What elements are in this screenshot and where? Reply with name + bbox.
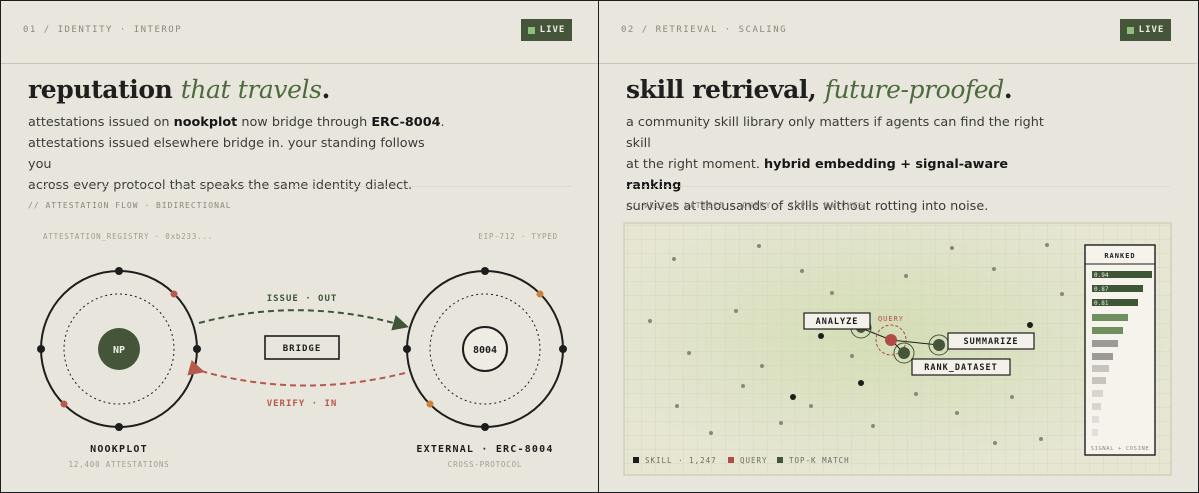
match-summarize-point[interactable] [933, 339, 945, 351]
rank-bar [1092, 403, 1101, 410]
orbit-dot-orange [426, 400, 434, 408]
skill-dot-dark [858, 380, 864, 386]
screen: 01 / IDENTITY · INTEROP LIVE reputation … [0, 0, 1199, 493]
skill-dot [1045, 243, 1049, 247]
rank-bar [1092, 390, 1103, 397]
orbit-dot [115, 267, 123, 275]
skill-dot [800, 269, 804, 273]
skill-dot [914, 392, 918, 396]
orbit-dot-red [60, 400, 68, 408]
rank-bar [1092, 314, 1128, 321]
nookplot-name: NOOKPLOT [90, 444, 148, 455]
legend-skill: SKILL · 1,247 [645, 456, 717, 465]
issue-arrow [198, 309, 409, 331]
skill-dot [904, 274, 908, 278]
erc-node-label: 8004 [473, 345, 497, 356]
orbit-dot-red [170, 290, 178, 298]
rank-score: 0.94 [1094, 272, 1109, 279]
skill-dot-dark [1027, 322, 1033, 328]
orbit-dot [559, 345, 567, 353]
ranked-footer: SIGNAL + COSINE [1091, 446, 1150, 452]
rank-dataset-label: RANK_DATASET [924, 363, 997, 373]
external-sub: CROSS-PROTOCOL [448, 460, 522, 469]
identity-panel: 01 / IDENTITY · INTEROP LIVE reputation … [1, 1, 599, 492]
skill-dot [955, 411, 959, 415]
skill-dot [830, 291, 834, 295]
orbit-dot [403, 345, 411, 353]
skill-dot [741, 384, 745, 388]
orbit-dot [481, 267, 489, 275]
skill-dot [675, 404, 679, 408]
skill-dot [993, 441, 997, 445]
skill-dot [709, 431, 713, 435]
rank-bar [1092, 416, 1099, 423]
legend-match: TOP-K MATCH [789, 456, 850, 465]
rank-score: 0.81 [1094, 300, 1109, 307]
rank-bar [1092, 353, 1113, 360]
external-name: EXTERNAL · ERC-8004 [416, 444, 553, 455]
orbit-dot [37, 345, 45, 353]
bridge-label: BRIDGE [283, 344, 322, 354]
skill-dot-dark [818, 333, 824, 339]
summarize-label: SUMMARIZE [963, 337, 1018, 347]
nookplot-node-label: NP [113, 345, 125, 356]
match-rank-point[interactable] [898, 347, 910, 359]
skill-dot [1060, 292, 1064, 296]
query-label: QUERY [878, 315, 904, 323]
rank-bar [1092, 429, 1098, 436]
skill-dot [672, 257, 676, 261]
orbit-dot-orange [536, 290, 544, 298]
rank-score: 0.87 [1094, 286, 1109, 293]
skill-dot-dark [790, 394, 796, 400]
skill-dot [992, 267, 996, 271]
skill-dot [757, 244, 761, 248]
analyze-label: ANALYZE [816, 317, 859, 327]
skill-dot [1010, 395, 1014, 399]
legend-skill-swatch [633, 457, 639, 463]
skill-dot [734, 309, 738, 313]
attestation-diagram: NP 8004 ISSUE · OUT VERIFY · IN BRIDGE N… [37, 267, 567, 469]
skill-dot [850, 354, 854, 358]
rank-bar [1092, 340, 1118, 347]
nookplot-count: 12,400 ATTESTATIONS [69, 460, 170, 469]
skill-dot [760, 364, 764, 368]
skill-dot [950, 246, 954, 250]
skill-dot [687, 351, 691, 355]
retrieval-panel: 02 / RETRIEVAL · SCALING LIVE skill retr… [599, 1, 1197, 492]
verify-label: VERIFY · IN [267, 399, 338, 409]
orbit-dot [193, 345, 201, 353]
skill-dot [648, 319, 652, 323]
legend-match-swatch [777, 457, 783, 463]
ranked-title: RANKED [1104, 252, 1135, 260]
query-point[interactable] [885, 334, 897, 346]
legend-query: QUERY [740, 456, 768, 465]
legend-query-swatch [728, 457, 734, 463]
skill-dot [809, 404, 813, 408]
skill-dot [779, 421, 783, 425]
verify-arrow [187, 360, 406, 387]
skill-dot [871, 424, 875, 428]
orbit-dot [481, 423, 489, 431]
rank-bar [1092, 327, 1123, 334]
rank-bar [1092, 365, 1109, 372]
rank-bar [1092, 377, 1106, 384]
vector-lattice: ANALYZE SUMMARIZE RANK_DATASET QUERY RAN… [623, 222, 1172, 476]
issue-label: ISSUE · OUT [267, 294, 338, 304]
skill-dot [1039, 437, 1043, 441]
orbit-dot [115, 423, 123, 431]
